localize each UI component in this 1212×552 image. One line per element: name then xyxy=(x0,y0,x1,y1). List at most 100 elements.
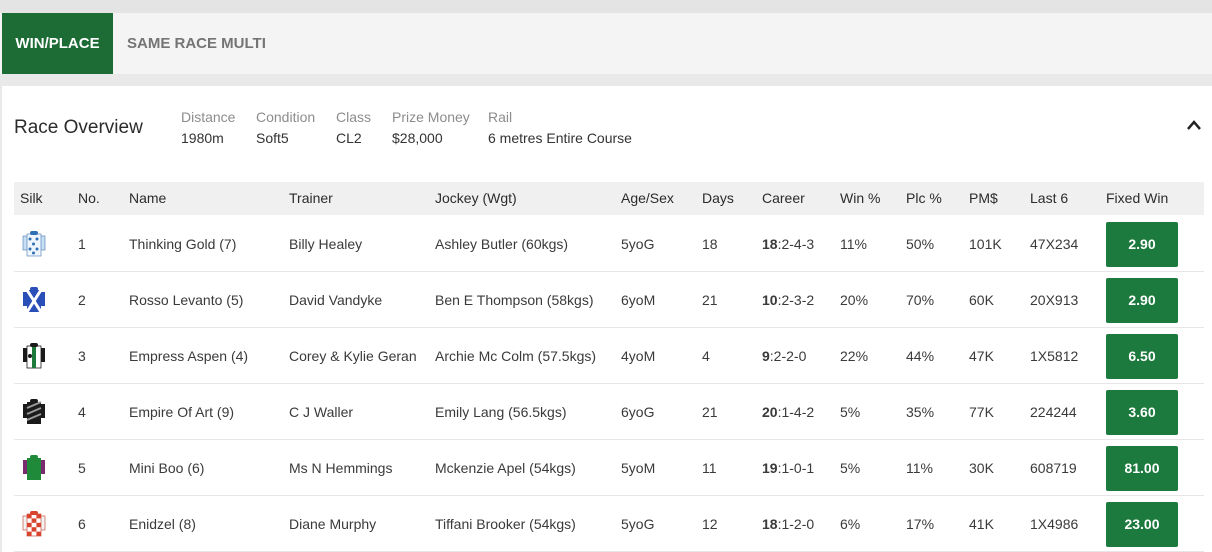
runner-number: 3 xyxy=(78,348,86,364)
overview-rail: Rail 6 metres Entire Course xyxy=(488,109,632,146)
runner-win-pct: 20% xyxy=(840,292,869,308)
runner-days: 11 xyxy=(702,460,717,476)
runner-trainer: Diane Murphy xyxy=(289,516,377,532)
runner-pm: 30K xyxy=(969,460,994,476)
race-tabs: WIN/PLACE SAME RACE MULTI xyxy=(0,13,1212,74)
chevron-up-icon[interactable] xyxy=(1186,119,1202,131)
fixed-win-odds-button[interactable]: 81.00 xyxy=(1106,446,1178,491)
jockey-silk-icon xyxy=(23,343,45,369)
header-career: Career xyxy=(762,190,805,206)
runners-table-header: Silk No. Name Trainer Jockey (Wgt) Age/S… xyxy=(14,182,1204,215)
jockey-silk-icon xyxy=(22,231,46,257)
jockey-silk-icon xyxy=(23,455,45,480)
runner-pm: 77K xyxy=(969,404,994,420)
runner-jockey: Archie Mc Colm (57.5kgs) xyxy=(435,348,597,364)
runner-number: 6 xyxy=(78,516,86,532)
runner-trainer: David Vandyke xyxy=(289,292,383,308)
runner-age-sex: 6yoG xyxy=(621,404,655,420)
runner-jockey: Ashley Butler (60kgs) xyxy=(435,236,569,252)
runner-name[interactable]: Thinking Gold (7) xyxy=(129,216,236,272)
runner-name[interactable]: Empire Of Art (9) xyxy=(129,384,234,440)
fixed-win-odds-button[interactable]: 2.90 xyxy=(1106,222,1178,267)
runner-last6: 1X5812 xyxy=(1030,348,1079,364)
table-row: 6 Enidzel (8) Diane Murphy Tiffani Brook… xyxy=(14,496,1204,552)
race-overview-title: Race Overview xyxy=(14,117,143,138)
table-row: 1 Thinking Gold (7) Billy Healey Ashley … xyxy=(14,216,1204,272)
runner-career: 10:2-3-2 xyxy=(762,292,815,308)
table-row: 5 Mini Boo (6) Ms N Hemmings Mckenzie Ap… xyxy=(14,440,1204,496)
runner-days: 18 xyxy=(702,236,718,252)
runner-plc-pct: 17% xyxy=(906,516,935,532)
runner-jockey: Emily Lang (56.5kgs) xyxy=(435,404,567,420)
overview-distance: Distance 1980m xyxy=(181,109,236,146)
header-no: No. xyxy=(78,190,100,206)
jockey-silk-icon xyxy=(23,287,45,313)
runner-number: 4 xyxy=(78,404,86,420)
runner-win-pct: 11% xyxy=(840,236,867,252)
runner-career: 20:1-4-2 xyxy=(762,404,815,420)
runner-career: 18:2-4-3 xyxy=(762,236,815,252)
header-last6: Last 6 xyxy=(1030,190,1069,206)
runner-days: 4 xyxy=(702,348,710,364)
runner-plc-pct: 44% xyxy=(906,348,935,364)
tab-same-race-multi[interactable]: SAME RACE MULTI xyxy=(127,13,266,74)
header-silk: Silk xyxy=(20,190,43,206)
fixed-win-odds-button[interactable]: 6.50 xyxy=(1106,334,1178,379)
runner-number: 2 xyxy=(78,292,86,308)
runner-days: 12 xyxy=(702,516,718,532)
overview-class: Class CL2 xyxy=(336,109,372,146)
runner-days: 21 xyxy=(702,404,718,420)
table-row: 3 Empress Aspen (4) Corey & Kylie Geran … xyxy=(14,328,1204,384)
header-jockey: Jockey (Wgt) xyxy=(435,190,517,206)
runner-career: 9:2-2-0 xyxy=(762,348,807,364)
runner-last6: 1X4986 xyxy=(1030,516,1079,532)
runner-age-sex: 5yoG xyxy=(621,516,655,532)
runner-trainer: Corey & Kylie Geran xyxy=(289,348,417,364)
runner-age-sex: 5yoG xyxy=(621,236,655,252)
runner-trainer: C J Waller xyxy=(289,404,354,420)
runner-win-pct: 5% xyxy=(840,460,861,476)
runner-trainer: Ms N Hemmings xyxy=(289,460,393,476)
runner-pm: 101K xyxy=(969,236,1002,252)
runner-name[interactable]: Enidzel (8) xyxy=(129,496,196,552)
runner-win-pct: 5% xyxy=(840,404,861,420)
tab-win-place[interactable]: WIN/PLACE xyxy=(2,13,113,74)
runner-pm: 47K xyxy=(969,348,994,364)
header-days: Days xyxy=(702,190,734,206)
runner-jockey: Mckenzie Apel (54kgs) xyxy=(435,460,576,476)
table-row: 4 Empire Of Art (9) C J Waller Emily Lan… xyxy=(14,384,1204,440)
runner-number: 5 xyxy=(78,460,86,476)
race-card: Race Overview Distance 1980m Condition S… xyxy=(2,86,1212,552)
jockey-silk-icon xyxy=(23,399,45,424)
runner-age-sex: 6yoM xyxy=(621,292,656,308)
overview-prize-money: Prize Money $28,000 xyxy=(392,109,470,146)
runner-name[interactable]: Rosso Levanto (5) xyxy=(129,272,243,328)
runner-name[interactable]: Mini Boo (6) xyxy=(129,440,204,496)
runner-career: 19:1-0-1 xyxy=(762,460,815,476)
runner-days: 21 xyxy=(702,292,718,308)
header-name: Name xyxy=(129,190,167,206)
runner-plc-pct: 11% xyxy=(906,460,933,476)
table-row: 2 Rosso Levanto (5) David Vandyke Ben E … xyxy=(14,272,1204,328)
overview-condition: Condition Soft5 xyxy=(256,109,316,146)
runner-name[interactable]: Empress Aspen (4) xyxy=(129,328,248,384)
jockey-silk-icon xyxy=(22,511,46,537)
fixed-win-odds-button[interactable]: 3.60 xyxy=(1106,390,1178,435)
fixed-win-odds-button[interactable]: 23.00 xyxy=(1106,502,1178,547)
runner-pm: 41K xyxy=(969,516,994,532)
top-band xyxy=(0,0,1212,13)
runner-jockey: Tiffani Brooker (54kgs) xyxy=(435,516,576,532)
runner-plc-pct: 50% xyxy=(906,236,935,252)
runner-last6: 47X234 xyxy=(1030,236,1079,252)
runner-age-sex: 4yoM xyxy=(621,348,656,364)
runner-win-pct: 6% xyxy=(840,516,861,532)
runner-pm: 60K xyxy=(969,292,994,308)
runner-jockey: Ben E Thompson (58kgs) xyxy=(435,292,594,308)
runner-win-pct: 22% xyxy=(840,348,869,364)
runner-number: 1 xyxy=(78,236,86,252)
header-plc-pct: Plc % xyxy=(906,190,942,206)
runner-last6: 608719 xyxy=(1030,460,1077,476)
runner-last6: 224244 xyxy=(1030,404,1077,420)
fixed-win-odds-button[interactable]: 2.90 xyxy=(1106,278,1178,323)
runner-plc-pct: 70% xyxy=(906,292,935,308)
